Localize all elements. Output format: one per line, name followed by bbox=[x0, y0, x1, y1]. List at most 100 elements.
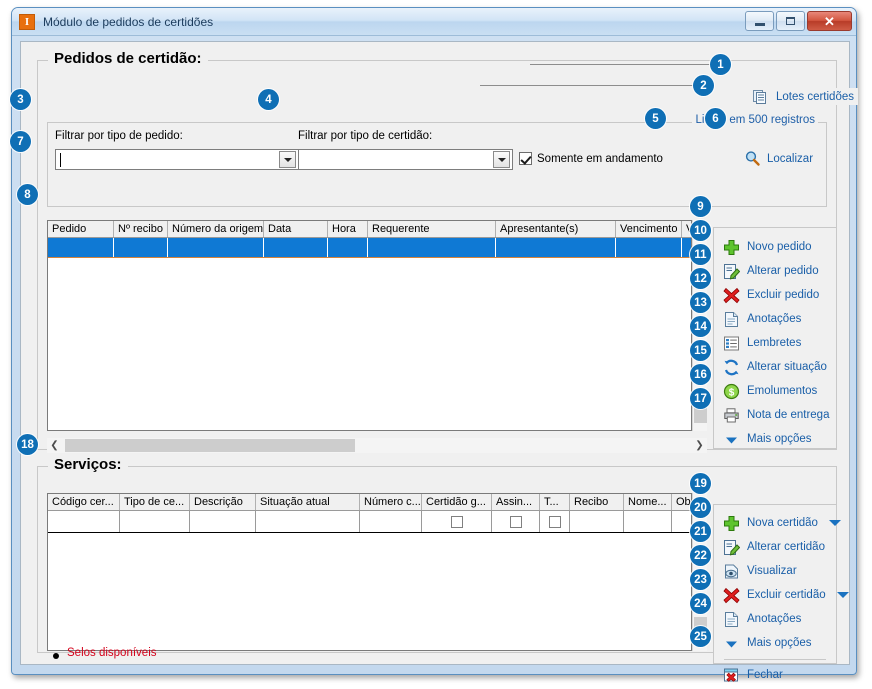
pedidos-grid[interactable]: PedidoNº reciboNúmero da origemDataHoraR… bbox=[47, 220, 692, 431]
table-cell[interactable] bbox=[540, 511, 570, 532]
table-cell[interactable] bbox=[168, 238, 264, 257]
servicos-grid[interactable]: Código cer...Tipo de ce...DescriçãoSitua… bbox=[47, 493, 692, 651]
table-cell[interactable] bbox=[48, 511, 120, 532]
table-cell[interactable] bbox=[368, 238, 496, 257]
table-cell[interactable] bbox=[328, 238, 368, 257]
table-row[interactable] bbox=[48, 238, 691, 258]
action-mais-op-es[interactable]: Mais opções bbox=[714, 631, 836, 655]
column-header[interactable]: Vencimento bbox=[616, 221, 682, 237]
tipo-certidao-dropdown-button[interactable] bbox=[493, 151, 510, 168]
somente-em-andamento-checkbox[interactable]: Somente em andamento bbox=[519, 152, 663, 165]
column-header[interactable]: Número c... bbox=[360, 494, 422, 510]
tipo-certidao-combo[interactable] bbox=[298, 149, 513, 170]
table-cell[interactable] bbox=[190, 511, 256, 532]
scroll-left-icon[interactable]: ❮ bbox=[47, 441, 62, 451]
action-anota-es[interactable]: Anotações bbox=[714, 307, 836, 331]
column-header[interactable]: Tipo de ce... bbox=[120, 494, 190, 510]
printer-icon bbox=[723, 407, 740, 424]
minimize-icon bbox=[755, 23, 765, 26]
action-excluir-certid-o[interactable]: Excluir certidão bbox=[714, 583, 836, 607]
table-cell[interactable] bbox=[48, 238, 114, 257]
table-cell[interactable] bbox=[624, 511, 672, 532]
maximize-button[interactable] bbox=[776, 11, 805, 31]
close-window-icon bbox=[723, 667, 740, 684]
column-header[interactable]: Descrição bbox=[190, 494, 256, 510]
action-fechar[interactable]: Fechar bbox=[714, 663, 836, 687]
list-reminder-icon bbox=[723, 335, 740, 352]
pedidos-hscroll-thumb[interactable] bbox=[65, 439, 355, 452]
table-cell[interactable] bbox=[492, 511, 540, 532]
window-titlebar[interactable]: I Módulo de pedidos de certidões ✕ bbox=[12, 8, 856, 36]
table-cell[interactable] bbox=[570, 511, 624, 532]
action-emolumentos[interactable]: $Emolumentos bbox=[714, 379, 836, 403]
checkbox-icon[interactable] bbox=[519, 152, 532, 165]
column-header[interactable]: Situação atual bbox=[256, 494, 360, 510]
column-header[interactable]: Nome... bbox=[624, 494, 672, 510]
plus-green-icon bbox=[723, 239, 740, 256]
action-excluir-pedido[interactable]: Excluir pedido bbox=[714, 283, 836, 307]
column-header[interactable]: Hora bbox=[328, 221, 368, 237]
table-cell[interactable] bbox=[120, 511, 190, 532]
table-cell[interactable] bbox=[114, 238, 168, 257]
action-mais-op-es[interactable]: Mais opções bbox=[714, 427, 836, 451]
chevron-down-icon[interactable] bbox=[829, 520, 841, 526]
panel-divider bbox=[724, 659, 826, 660]
selos-disponiveis-status: Selos disponíveis bbox=[67, 647, 157, 659]
minimize-button[interactable] bbox=[745, 11, 774, 31]
table-cell[interactable] bbox=[672, 511, 692, 532]
column-header[interactable]: Ob... bbox=[672, 494, 692, 510]
pedidos-group-title: Pedidos de certidão: bbox=[48, 50, 208, 67]
leader-line-2 bbox=[480, 85, 705, 86]
table-row[interactable] bbox=[48, 511, 691, 533]
row-checkbox[interactable] bbox=[451, 516, 463, 528]
table-cell[interactable] bbox=[496, 238, 616, 257]
action-label: Anotações bbox=[747, 613, 801, 625]
column-header[interactable]: Pedido bbox=[48, 221, 114, 237]
callout-badge-5: 5 bbox=[645, 108, 666, 129]
tipo-pedido-combo[interactable] bbox=[55, 149, 299, 170]
column-header[interactable]: Recibo bbox=[570, 494, 624, 510]
delete-x-red-icon bbox=[723, 287, 740, 304]
column-header[interactable]: Nº recibo bbox=[114, 221, 168, 237]
note-page-icon bbox=[723, 611, 740, 628]
action-alterar-certid-o[interactable]: Alterar certidão bbox=[714, 535, 836, 559]
servicos-grid-body[interactable] bbox=[48, 511, 691, 533]
bullet-icon bbox=[53, 653, 59, 659]
lotes-certidoes-button[interactable]: Lotes certidões bbox=[748, 88, 858, 105]
callout-badge-1: 1 bbox=[710, 54, 731, 75]
column-header[interactable]: T... bbox=[540, 494, 570, 510]
action-alterar-situa-o[interactable]: Alterar situação bbox=[714, 355, 836, 379]
table-cell[interactable] bbox=[360, 511, 422, 532]
action-nota-de-entrega[interactable]: Nota de entrega bbox=[714, 403, 836, 427]
action-alterar-pedido[interactable]: Alterar pedido bbox=[714, 259, 836, 283]
chevron-down-icon[interactable] bbox=[837, 592, 849, 598]
table-cell[interactable] bbox=[256, 511, 360, 532]
leader-line-1 bbox=[530, 64, 712, 65]
table-cell[interactable] bbox=[616, 238, 682, 257]
column-header[interactable]: Assin... bbox=[492, 494, 540, 510]
action-anota-es[interactable]: Anotações bbox=[714, 607, 836, 631]
pedidos-grid-body[interactable] bbox=[48, 238, 691, 258]
column-header[interactable]: Número da origem bbox=[168, 221, 264, 237]
localizar-button[interactable]: Localizar bbox=[744, 150, 813, 167]
action-nova-certid-o[interactable]: Nova certidão bbox=[714, 511, 836, 535]
action-lembretes[interactable]: Lembretes bbox=[714, 331, 836, 355]
column-header[interactable]: Requerente bbox=[368, 221, 496, 237]
lotes-certidoes-label: Lotes certidões bbox=[776, 91, 854, 103]
close-icon: ✕ bbox=[824, 15, 835, 28]
table-cell[interactable] bbox=[422, 511, 492, 532]
column-header[interactable]: Certidão g... bbox=[422, 494, 492, 510]
chevron-down-icon bbox=[723, 635, 740, 652]
scroll-right-icon[interactable]: ❯ bbox=[692, 441, 707, 451]
column-header[interactable]: Apresentante(s) bbox=[496, 221, 616, 237]
action-visualizar[interactable]: Visualizar bbox=[714, 559, 836, 583]
table-cell[interactable] bbox=[264, 238, 328, 257]
tipo-pedido-dropdown-button[interactable] bbox=[279, 151, 296, 168]
column-header[interactable]: Data bbox=[264, 221, 328, 237]
row-checkbox[interactable] bbox=[549, 516, 561, 528]
action-novo-pedido[interactable]: Novo pedido bbox=[714, 235, 836, 259]
pedidos-grid-hscrollbar[interactable]: ❮ ❯ bbox=[47, 438, 707, 453]
close-button[interactable]: ✕ bbox=[807, 11, 852, 31]
row-checkbox[interactable] bbox=[510, 516, 522, 528]
column-header[interactable]: Código cer... bbox=[48, 494, 120, 510]
